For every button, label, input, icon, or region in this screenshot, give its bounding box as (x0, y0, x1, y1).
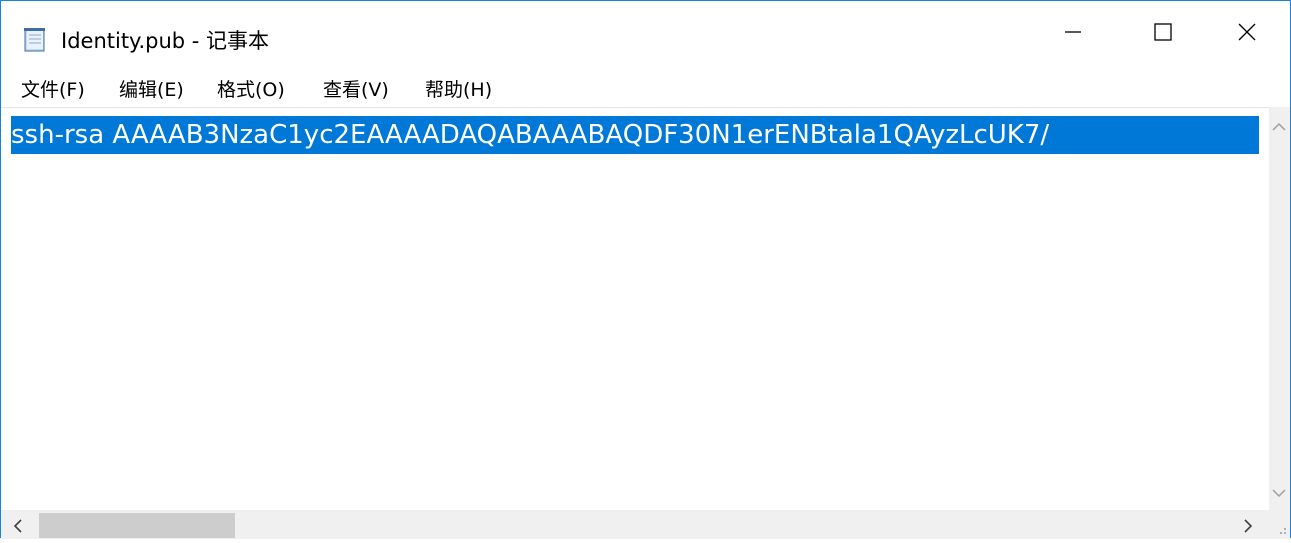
horizontal-scroll-thumb[interactable] (39, 513, 235, 538)
vertical-scrollbar[interactable] (1269, 107, 1290, 510)
resize-grip[interactable] (1269, 510, 1290, 539)
title-bar[interactable]: Identity.pub - 记事本 (1, 1, 1290, 67)
window-title: Identity.pub - 记事本 (61, 29, 270, 53)
menu-edit[interactable]: 编辑(E) (119, 75, 184, 102)
chevron-right-icon[interactable] (1241, 516, 1255, 540)
chevron-left-icon[interactable] (11, 516, 25, 540)
minimize-icon (1063, 22, 1083, 46)
menu-help[interactable]: 帮助(H) (425, 75, 492, 102)
horizontal-scrollbar[interactable] (1, 510, 1269, 539)
menu-file[interactable]: 文件(F) (21, 75, 85, 102)
minimize-button[interactable] (1028, 1, 1118, 67)
maximize-button[interactable] (1118, 1, 1208, 67)
notepad-icon (21, 27, 49, 53)
menu-bar: 文件(F) 编辑(E) 格式(O) 查看(V) 帮助(H) (1, 67, 1290, 107)
close-icon (1237, 22, 1257, 46)
menu-view[interactable]: 查看(V) (323, 75, 389, 102)
maximize-icon (1153, 22, 1173, 46)
text-editor[interactable]: ssh-rsa AAAAB3NzaC1yc2EAAAADAQABAAABAQDF… (1, 107, 1269, 511)
notepad-window: Identity.pub - 记事本 文件(F) 编辑(E) 格式(O) 查看(… (0, 0, 1291, 539)
menu-format[interactable]: 格式(O) (217, 75, 285, 102)
chevron-down-icon[interactable] (1271, 481, 1287, 505)
close-button[interactable] (1202, 1, 1291, 67)
chevron-up-icon[interactable] (1271, 115, 1287, 139)
selected-text-line[interactable]: ssh-rsa AAAAB3NzaC1yc2EAAAADAQABAAABAQDF… (11, 116, 1259, 154)
